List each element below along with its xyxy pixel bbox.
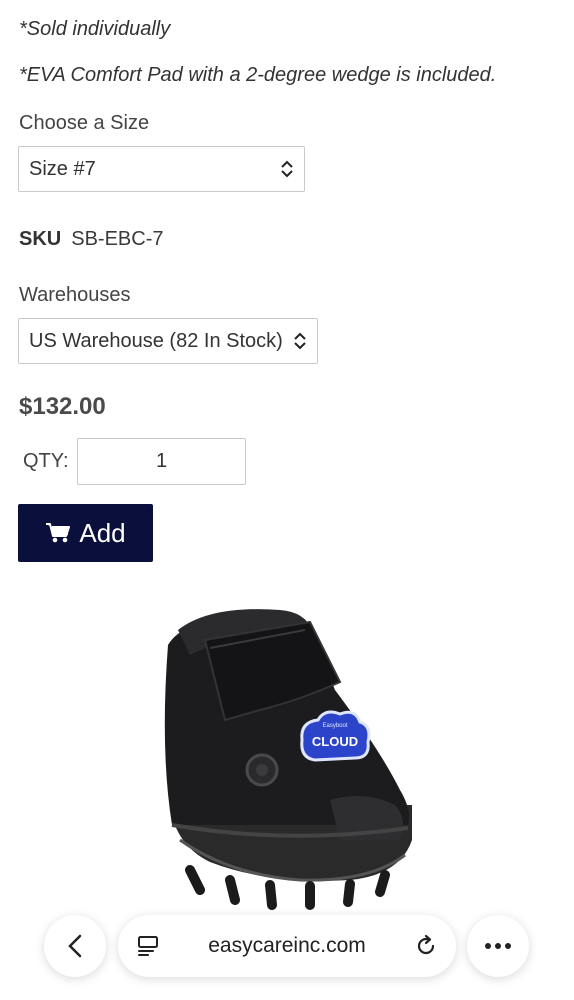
select-updown-icon [294,332,306,350]
url-text: easycareinc.com [208,934,366,957]
badge-text: CLOUD [312,734,358,749]
qty-input[interactable] [77,438,246,485]
badge-subtext: Easyboot [322,723,347,729]
product-hoof-boot-image: CLOUD Easyboot [164,609,412,910]
warehouse-select[interactable]: US Warehouse (82 In Stock) [18,318,318,364]
note-comfort-pad: *EVA Comfort Pad with a 2-degree wedge i… [19,64,497,86]
sku-row: SKU SB-EBC-7 [19,228,163,251]
warehouse-label: Warehouses [19,284,131,306]
qty-label: QTY: [23,450,69,472]
select-updown-icon [281,160,293,178]
note-sold-individually: *Sold individually [19,18,171,40]
size-select-value: Size #7 [29,157,96,180]
more-button[interactable] [467,915,529,977]
back-chevron-icon [68,934,82,958]
reload-icon[interactable] [414,934,438,958]
tabs-icon [138,936,158,956]
size-label: Choose a Size [19,112,150,134]
sku-label: SKU [19,228,62,250]
cart-icon [46,523,71,543]
add-button-label: Add [79,517,126,548]
warehouse-select-value: US Warehouse (82 In Stock) [29,329,283,352]
back-button[interactable] [44,915,106,977]
more-icon [485,943,511,949]
url-bar[interactable]: easycareinc.com [118,915,456,977]
sku-value: SB-EBC-7 [71,228,164,250]
size-select[interactable]: Size #7 [18,146,305,192]
price: $132.00 [19,393,106,420]
add-to-cart-button[interactable]: Add [18,504,153,562]
